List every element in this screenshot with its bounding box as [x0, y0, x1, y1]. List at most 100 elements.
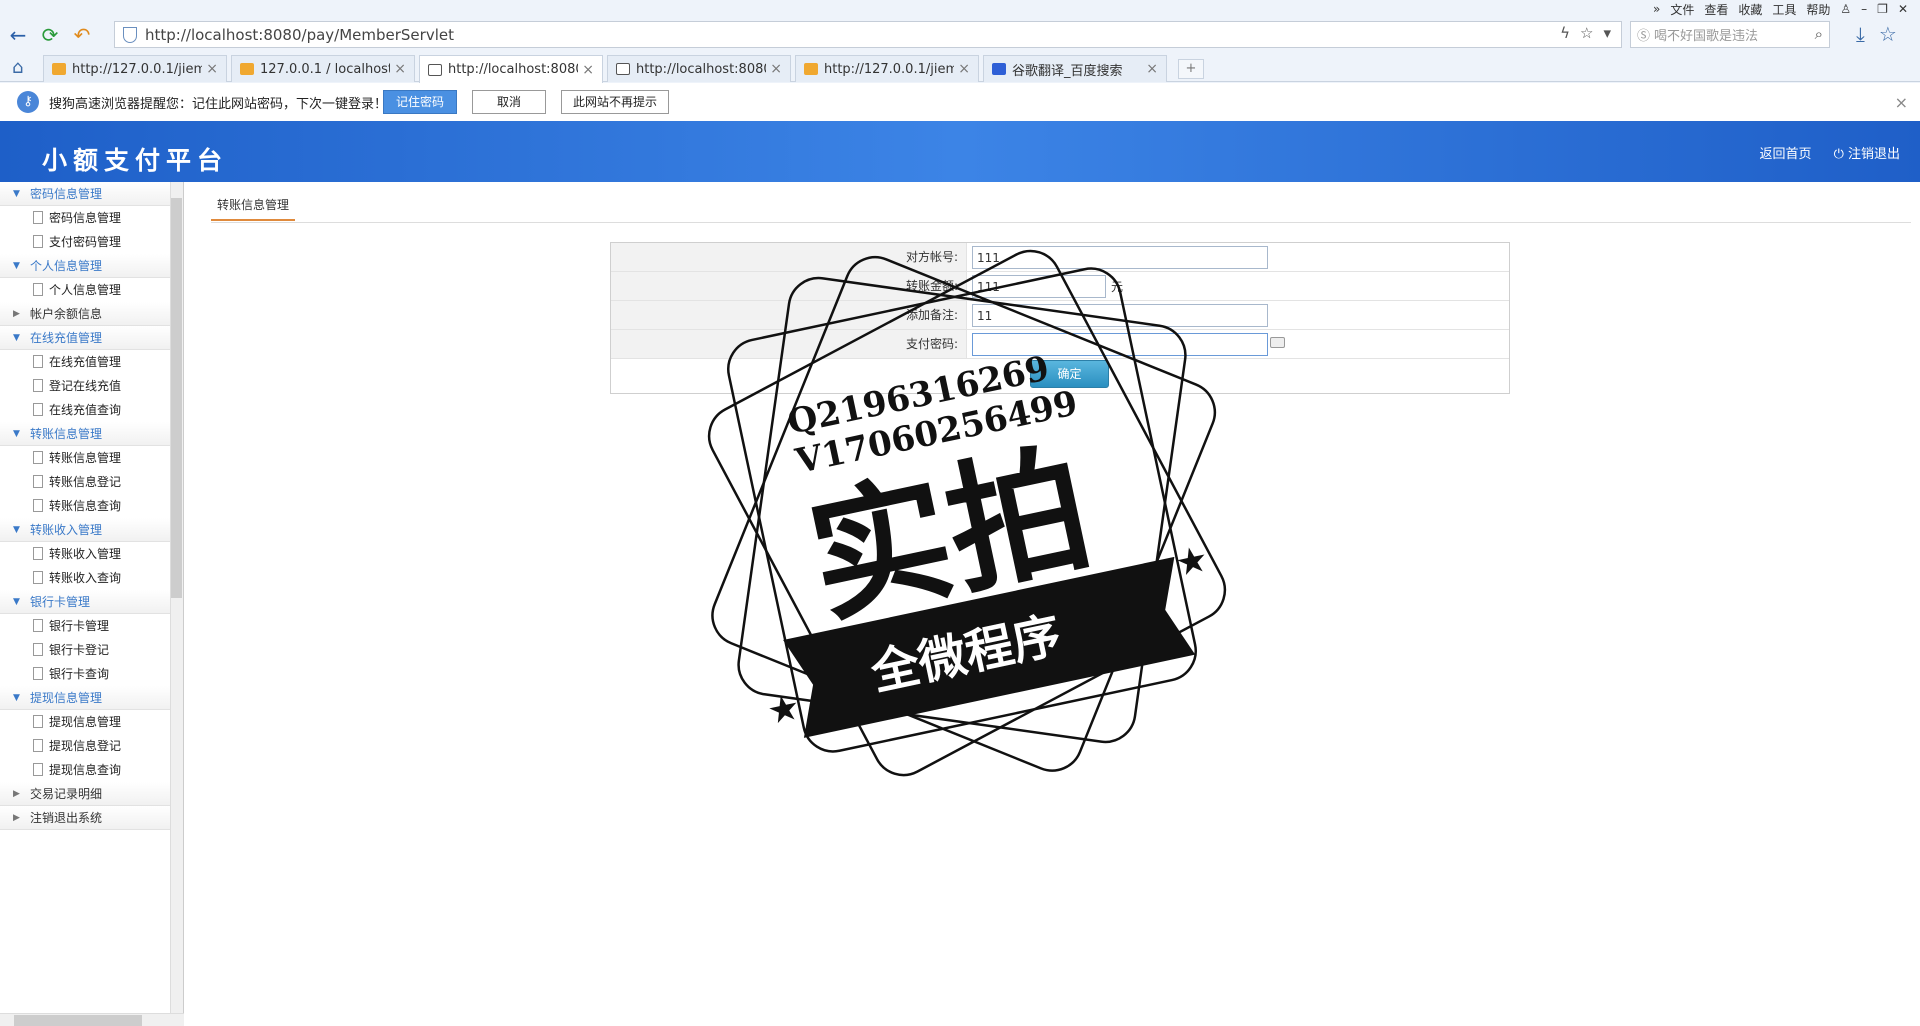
sidebar-item[interactable]: 转账收入查询: [0, 566, 183, 590]
close-tab-icon[interactable]: ×: [770, 61, 782, 77]
sidebar-item[interactable]: 银行卡登记: [0, 638, 183, 662]
star-icon[interactable]: ☆: [1580, 24, 1593, 42]
sidebar-group-label: 注销退出系统: [30, 811, 103, 825]
star-icon: ★: [764, 687, 804, 734]
favorites-star-icon[interactable]: ☆: [1879, 22, 1897, 46]
tab-title: 127.0.0.1 / localhost / …: [260, 61, 391, 77]
keyboard-icon[interactable]: [1270, 337, 1285, 348]
menu-file[interactable]: 文件: [1670, 1, 1694, 18]
caret-down-icon: ▼: [13, 597, 20, 607]
pma-icon: [804, 63, 818, 75]
sidebar-item[interactable]: 登记在线充值: [0, 374, 183, 398]
new-tab-button[interactable]: +: [1178, 59, 1204, 79]
document-icon: [33, 667, 43, 680]
sidebar-group[interactable]: ▼ 转账信息管理: [0, 422, 183, 446]
document-icon: [33, 571, 43, 584]
tab-4[interactable]: http://localhost:8080/c ×: [607, 55, 791, 82]
sidebar-item-label: 提现信息管理: [49, 715, 122, 729]
menu-tools[interactable]: 工具: [1772, 1, 1796, 18]
sidebar-item-label: 密码信息管理: [49, 211, 122, 225]
sidebar-item[interactable]: 转账信息管理: [0, 446, 183, 470]
sidebar-item[interactable]: 银行卡管理: [0, 614, 183, 638]
tab-title: 谷歌翻译_百度搜索: [1012, 63, 1123, 79]
sidebar-group[interactable]: ▼ 提现信息管理: [0, 686, 183, 710]
close-tab-icon[interactable]: ×: [1146, 61, 1158, 77]
sidebar-item[interactable]: 转账信息登记: [0, 470, 183, 494]
sidebar-item-label: 银行卡查询: [49, 667, 110, 681]
document-icon: [33, 403, 43, 416]
menu-help[interactable]: 帮助: [1806, 1, 1830, 18]
cancel-button[interactable]: 取消: [472, 90, 546, 114]
sidebar: ▼ 密码信息管理 密码信息管理 支付密码管理 ▼ 个人信息管理 个人信息管理 ▶ 帐户余额信息 ▼…: [0, 182, 184, 1014]
sidebar-item[interactable]: 提现信息登记: [0, 734, 183, 758]
tab-1[interactable]: http://127.0.0.1/jiemian ×: [43, 55, 227, 82]
back-icon[interactable]: ←: [4, 21, 32, 49]
tab-2[interactable]: 127.0.0.1 / localhost / … ×: [231, 55, 415, 82]
home-link[interactable]: 返回首页: [1760, 143, 1812, 162]
close-tab-icon[interactable]: ×: [582, 62, 594, 78]
scrollbar-thumb[interactable]: [171, 198, 182, 598]
skin-icon[interactable]: ♙: [1840, 2, 1851, 16]
download-icon[interactable]: ⤓: [1856, 22, 1865, 46]
sidebar-scrollbar[interactable]: [170, 182, 183, 1014]
sidebar-group[interactable]: ▼ 密码信息管理: [0, 182, 183, 206]
search-box[interactable]: Ⓢ 喝不好国歌是违法 ⌕: [1630, 21, 1830, 48]
lightning-icon[interactable]: ϟ: [1560, 24, 1570, 42]
sidebar-group[interactable]: ▼ 个人信息管理: [0, 254, 183, 278]
caret-right-icon: ▶: [13, 309, 20, 319]
menu-view[interactable]: 查看: [1704, 1, 1728, 18]
sidebar-item[interactable]: 转账收入管理: [0, 542, 183, 566]
browser-chrome: » 文件 查看 收藏 工具 帮助 ♙ – ❐ ✕ ← ⟳ ↶ http://lo…: [0, 0, 1920, 121]
sidebar-item[interactable]: 提现信息查询: [0, 758, 183, 782]
remember-password-button[interactable]: 记住密码: [383, 90, 457, 114]
close-window-icon[interactable]: ✕: [1898, 2, 1908, 16]
sidebar-group-label: 交易记录明细: [30, 787, 103, 801]
restore-icon[interactable]: ❐: [1877, 2, 1888, 16]
horizontal-scrollbar[interactable]: [0, 1013, 184, 1026]
home-icon[interactable]: ⌂: [12, 57, 23, 78]
close-tab-icon[interactable]: ×: [958, 61, 970, 77]
close-icon[interactable]: ×: [1895, 93, 1908, 112]
sidebar-item[interactable]: 在线充值管理: [0, 350, 183, 374]
divider: [211, 222, 1911, 223]
sidebar-group[interactable]: ▶ 注销退出系统: [0, 806, 183, 830]
more-icon[interactable]: »: [1653, 2, 1660, 16]
document-icon: [33, 715, 43, 728]
tab-5[interactable]: http://127.0.0.1/jiemian ×: [795, 55, 979, 82]
logout-link[interactable]: ⏻ 注销退出: [1834, 143, 1900, 162]
address-bar[interactable]: http://localhost:8080/pay/MemberServlet …: [114, 21, 1622, 48]
tab-transfer-management[interactable]: 转账信息管理: [211, 196, 296, 221]
search-icon[interactable]: ⌕: [1815, 25, 1823, 43]
undo-icon[interactable]: ↶: [68, 21, 96, 49]
page-icon: [616, 63, 630, 75]
sidebar-item[interactable]: 银行卡查询: [0, 662, 183, 686]
document-icon: [33, 283, 43, 296]
sidebar-group[interactable]: ▶ 帐户余额信息: [0, 302, 183, 326]
minimize-icon[interactable]: –: [1861, 2, 1867, 16]
sidebar-item[interactable]: 转账信息查询: [0, 494, 183, 518]
sidebar-item[interactable]: 提现信息管理: [0, 710, 183, 734]
sidebar-item[interactable]: 在线充值查询: [0, 398, 183, 422]
sidebar-group[interactable]: ▼ 转账收入管理: [0, 518, 183, 542]
close-tab-icon[interactable]: ×: [206, 61, 218, 77]
sidebar-group[interactable]: ▼ 在线充值管理: [0, 326, 183, 350]
pma-icon: [240, 63, 254, 75]
tab-3[interactable]: http://localhost:8080/pay ×: [419, 55, 603, 83]
password-notice-bar: ⚷ 搜狗高速浏览器提醒您：记住此网站密码，下次一键登录！ 记住密码 取消 此网站…: [0, 83, 1920, 121]
sidebar-group-label: 提现信息管理: [30, 691, 103, 705]
sidebar-group[interactable]: ▶ 交易记录明细: [0, 782, 183, 806]
sidebar-item-label: 提现信息登记: [49, 739, 122, 753]
close-tab-icon[interactable]: ×: [394, 61, 406, 77]
sidebar-group[interactable]: ▼ 银行卡管理: [0, 590, 183, 614]
sidebar-item-label: 提现信息查询: [49, 763, 122, 777]
sidebar-item[interactable]: 个人信息管理: [0, 278, 183, 302]
key-icon: ⚷: [17, 91, 39, 113]
sidebar-item[interactable]: 密码信息管理: [0, 206, 183, 230]
refresh-icon[interactable]: ⟳: [36, 21, 64, 49]
dropdown-icon[interactable]: ▾: [1603, 24, 1611, 42]
never-remind-button[interactable]: 此网站不再提示: [561, 90, 669, 114]
scrollbar-thumb[interactable]: [14, 1015, 142, 1026]
menu-favorites[interactable]: 收藏: [1738, 1, 1762, 18]
sidebar-item[interactable]: 支付密码管理: [0, 230, 183, 254]
tab-6[interactable]: 谷歌翻译_百度搜索 ×: [983, 55, 1167, 82]
